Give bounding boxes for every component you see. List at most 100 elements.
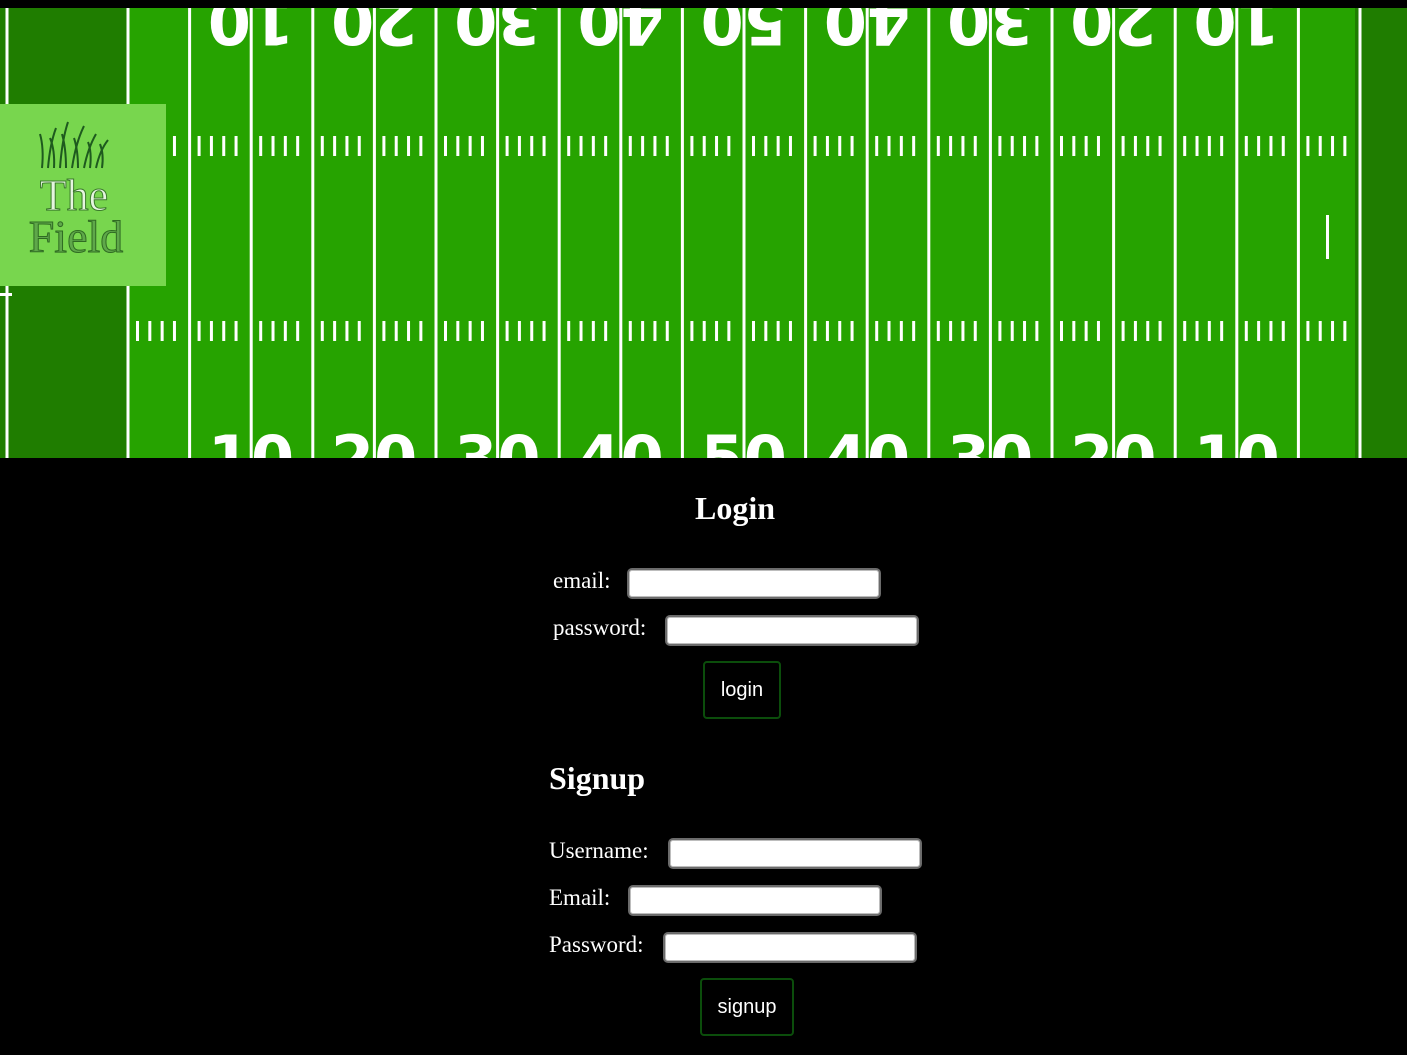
- top-edge: [0, 0, 1407, 8]
- hash-mark: [1343, 321, 1347, 341]
- football-field-graphic: 10 20 30 40 50 40 30 20 10 10 20 30 40 50 40 30 20 10: [0, 8, 1407, 458]
- login-button[interactable]: login: [703, 661, 781, 719]
- yard-line: [1296, 8, 1300, 458]
- yard-line: [1112, 8, 1116, 458]
- hash-mark: [690, 136, 694, 156]
- signup-username-label: Username:: [549, 838, 649, 863]
- hash-mark: [973, 136, 977, 156]
- hash-mark: [604, 321, 608, 341]
- hash-mark: [1269, 321, 1273, 341]
- hash-mark: [936, 321, 940, 341]
- hash-mark: [628, 321, 632, 341]
- hash-mark: [148, 321, 152, 341]
- hash-mark: [1183, 136, 1187, 156]
- hash-mark: [222, 321, 226, 341]
- hash-mark: [1133, 136, 1137, 156]
- yard-number-bottom: 40: [577, 422, 663, 458]
- hash-mark: [382, 321, 386, 341]
- hash-mark: [838, 136, 842, 156]
- hash-mark: [517, 136, 521, 156]
- field-turf: [0, 8, 1407, 458]
- hash-mark: [776, 136, 780, 156]
- yard-number-bottom: 10: [1193, 422, 1279, 458]
- login-password-input[interactable]: [665, 615, 919, 646]
- hash-mark: [579, 321, 583, 341]
- hash-mark: [1072, 136, 1076, 156]
- hash-mark: [727, 136, 731, 156]
- hash-mark: [887, 321, 891, 341]
- hash-mark: [542, 321, 546, 341]
- hash-mark: [788, 321, 792, 341]
- hash-mark: [283, 136, 287, 156]
- hash-mark: [912, 136, 916, 156]
- hash-mark: [419, 321, 423, 341]
- grass-icon: [39, 121, 109, 169]
- hash-mark: [998, 136, 1002, 156]
- hash-mark: [320, 136, 324, 156]
- hash-mark: [1084, 321, 1088, 341]
- hash-mark: [1060, 136, 1063, 156]
- signup-password-input[interactable]: [663, 932, 917, 963]
- yard-line: [1235, 8, 1239, 458]
- signup-email-input[interactable]: [628, 885, 882, 916]
- hash-mark: [591, 321, 595, 341]
- login-email-input[interactable]: [627, 568, 881, 599]
- hash-mark: [764, 321, 768, 341]
- hash-mark: [850, 321, 854, 341]
- hash-mark: [394, 136, 398, 156]
- hash-mark: [875, 321, 879, 341]
- yard-number-top: 30: [454, 8, 540, 58]
- hash-mark: [1035, 136, 1039, 156]
- hash-mark: [456, 136, 460, 156]
- logo-graphic: The Field: [28, 121, 124, 263]
- right-endzone: [1355, 8, 1407, 458]
- hash-mark: [222, 136, 226, 156]
- yard-line: [988, 8, 992, 458]
- hash-mark: [825, 321, 829, 341]
- football-field-banner: 10 20 30 40 50 40 30 20 10 10 20 30 40 50 40 30 20 10: [0, 8, 1407, 458]
- yard-line: [434, 8, 438, 458]
- hash-mark: [444, 136, 447, 156]
- hash-mark: [727, 321, 731, 341]
- hash-mark: [579, 136, 583, 156]
- logo-text-field: Field: [29, 211, 124, 262]
- yard-number-bottom: 30: [947, 422, 1033, 458]
- yard-number-bottom: 40: [824, 422, 910, 458]
- hash-mark: [1146, 136, 1150, 156]
- hash-mark: [296, 136, 300, 156]
- signup-username-input[interactable]: [668, 838, 922, 869]
- yard-number-top: 40: [577, 8, 663, 58]
- yard-number-top: 30: [947, 8, 1033, 58]
- hash-mark: [197, 321, 201, 341]
- yard-number-bottom: 50: [701, 422, 787, 458]
- yard-number-top: 10: [208, 8, 294, 58]
- hash-mark: [271, 321, 275, 341]
- signup-password-label: Password:: [549, 932, 644, 957]
- hash-mark: [209, 136, 213, 156]
- hash-mark: [641, 321, 645, 341]
- hash-mark: [850, 136, 854, 156]
- hash-mark: [715, 136, 719, 156]
- hash-mark: [172, 321, 176, 341]
- hash-mark: [949, 321, 953, 341]
- hash-mark: [419, 136, 423, 156]
- hash-mark: [382, 136, 386, 156]
- signup-button[interactable]: signup: [700, 978, 794, 1036]
- yard-number-bottom: 20: [331, 422, 417, 458]
- hash-mark: [998, 321, 1002, 341]
- yard-line: [680, 8, 684, 458]
- hash-mark: [1331, 136, 1335, 156]
- hash-mark: [961, 321, 965, 341]
- yard-line: [372, 8, 376, 458]
- hash-mark: [197, 136, 201, 156]
- the-field-logo: The Field: [0, 104, 166, 286]
- hash-mark: [1269, 136, 1273, 156]
- hash-mark: [1207, 136, 1211, 156]
- hash-mark: [1133, 321, 1137, 341]
- hash-mark: [875, 136, 879, 156]
- hash-mark: [825, 136, 829, 156]
- hash-mark: [788, 136, 792, 156]
- yard-line: [557, 8, 561, 458]
- hash-mark: [1257, 321, 1261, 341]
- yard-line: [927, 8, 931, 458]
